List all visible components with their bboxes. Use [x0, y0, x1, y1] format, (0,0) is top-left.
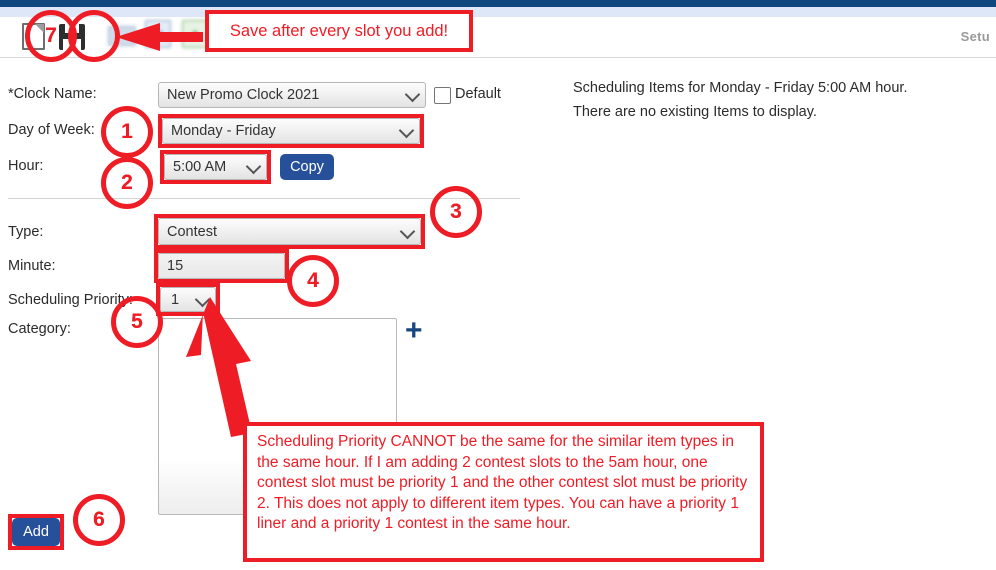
setup-menu-label[interactable]: Setu — [961, 29, 990, 44]
clock-name-select[interactable]: New Promo Clock 2021 — [158, 82, 426, 108]
type-select[interactable]: Contest — [158, 218, 421, 245]
chevron-down-icon — [245, 158, 262, 175]
day-of-week-select[interactable]: Monday - Friday — [162, 118, 420, 144]
secondary-toolbar-icons[interactable]: W X — [108, 20, 212, 50]
chevron-down-icon — [399, 223, 416, 239]
type-label: Type: — [8, 224, 44, 240]
step-marker-2: 2 — [101, 157, 153, 209]
scheduling-priority-select[interactable]: 1 — [160, 287, 216, 312]
day-of-week-value: Monday - Friday — [171, 123, 276, 139]
add-category-plus-icon[interactable]: + — [405, 316, 423, 346]
step-marker-5: 5 — [111, 296, 163, 348]
default-checkbox[interactable] — [434, 87, 451, 104]
chevron-down-icon — [398, 122, 415, 139]
callout-priority-rule: Scheduling Priority CANNOT be the same f… — [243, 422, 764, 562]
minute-label: Minute: — [8, 258, 56, 274]
scheduling-priority-value: 1 — [171, 291, 180, 308]
hour-label: Hour: — [8, 158, 44, 174]
default-checkbox-label: Default — [455, 86, 501, 102]
scheduling-items-empty-message: There are no existing Items to display. — [573, 104, 817, 120]
scheduling-items-heading: Scheduling Items for Monday - Friday 5:0… — [573, 80, 908, 96]
hour-value: 5:00 AM — [173, 159, 227, 175]
copy-button[interactable]: Copy — [280, 154, 334, 180]
hour-select[interactable]: 5:00 AM — [164, 154, 267, 180]
add-button[interactable]: Add — [12, 518, 60, 546]
category-label: Category: — [8, 321, 71, 337]
step-marker-4: 4 — [287, 255, 339, 307]
step-marker-6: 6 — [73, 494, 125, 546]
chevron-down-icon — [404, 86, 421, 103]
scheduling-priority-label: Scheduling Priority: — [8, 292, 133, 308]
top-navy-bar — [0, 0, 996, 7]
minute-input[interactable]: 15 — [158, 253, 285, 279]
export-word-icon[interactable]: W — [145, 20, 175, 50]
step-marker-1: 1 — [101, 106, 153, 158]
step-marker-save-highlight — [68, 10, 120, 62]
callout-save-reminder: Save after every slot you add! — [205, 10, 473, 52]
step-marker-3: 3 — [430, 186, 482, 238]
day-of-week-label: Day of Week: — [8, 122, 95, 138]
clock-name-value: New Promo Clock 2021 — [167, 87, 320, 103]
chevron-down-icon — [194, 291, 211, 307]
top-light-blue-bar — [0, 7, 996, 17]
clock-name-label: *Clock Name: — [8, 86, 97, 102]
type-value: Contest — [167, 223, 217, 240]
